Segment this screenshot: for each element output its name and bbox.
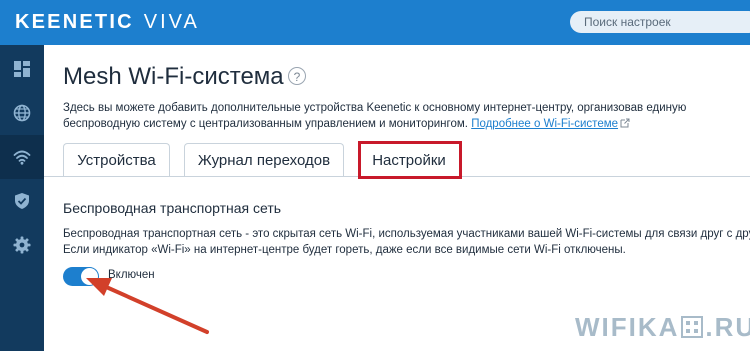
toggle-label: Включен bbox=[108, 269, 155, 281]
logo-model: VIVA bbox=[143, 11, 200, 33]
watermark-text: WIFIKA bbox=[575, 311, 680, 342]
sidebar bbox=[0, 45, 44, 351]
transport-network-toggle[interactable] bbox=[63, 267, 99, 286]
main-content: Mesh Wi-Fi-система ? Здесь вы можете доб… bbox=[44, 45, 750, 351]
qr-icon bbox=[681, 316, 704, 338]
sidebar-item-internet[interactable] bbox=[0, 91, 44, 135]
active-tab-gap bbox=[361, 175, 459, 178]
search-input[interactable] bbox=[570, 11, 750, 33]
gear-icon bbox=[13, 236, 31, 254]
page-description: Здесь вы можете добавить дополнительные … bbox=[63, 100, 750, 132]
external-link-icon bbox=[620, 118, 630, 128]
toggle-knob bbox=[81, 268, 98, 285]
tab-settings[interactable]: Настройки bbox=[358, 143, 460, 176]
top-header: KEENETIC VIVA bbox=[0, 0, 750, 45]
shield-check-icon bbox=[15, 193, 29, 209]
more-info-link[interactable]: Подробнее о Wi-Fi-системе bbox=[471, 118, 618, 130]
wifi-icon bbox=[13, 150, 31, 165]
sidebar-item-dashboard[interactable] bbox=[0, 47, 44, 91]
watermark-logo: WIFIKA .RU bbox=[575, 312, 750, 342]
dashboard-icon bbox=[14, 61, 30, 77]
page-title: Mesh Wi-Fi-система bbox=[63, 63, 284, 90]
tab-journal[interactable]: Журнал переходов bbox=[184, 143, 344, 176]
watermark-domain: .RU bbox=[705, 311, 750, 342]
globe-icon bbox=[13, 104, 31, 122]
section-title: Беспроводная транспортная сеть bbox=[63, 200, 282, 216]
keenetic-logo[interactable]: KEENETIC VIVA bbox=[15, 11, 200, 34]
sidebar-item-security[interactable] bbox=[0, 179, 44, 223]
section-description: Беспроводная транспортная сеть - это скр… bbox=[63, 228, 750, 256]
help-icon[interactable]: ? bbox=[288, 67, 306, 85]
tab-devices[interactable]: Устройства bbox=[63, 143, 170, 176]
sidebar-item-settings[interactable] bbox=[0, 223, 44, 267]
logo-brand: KEENETIC bbox=[15, 11, 134, 33]
sidebar-item-wifi[interactable] bbox=[0, 135, 44, 179]
